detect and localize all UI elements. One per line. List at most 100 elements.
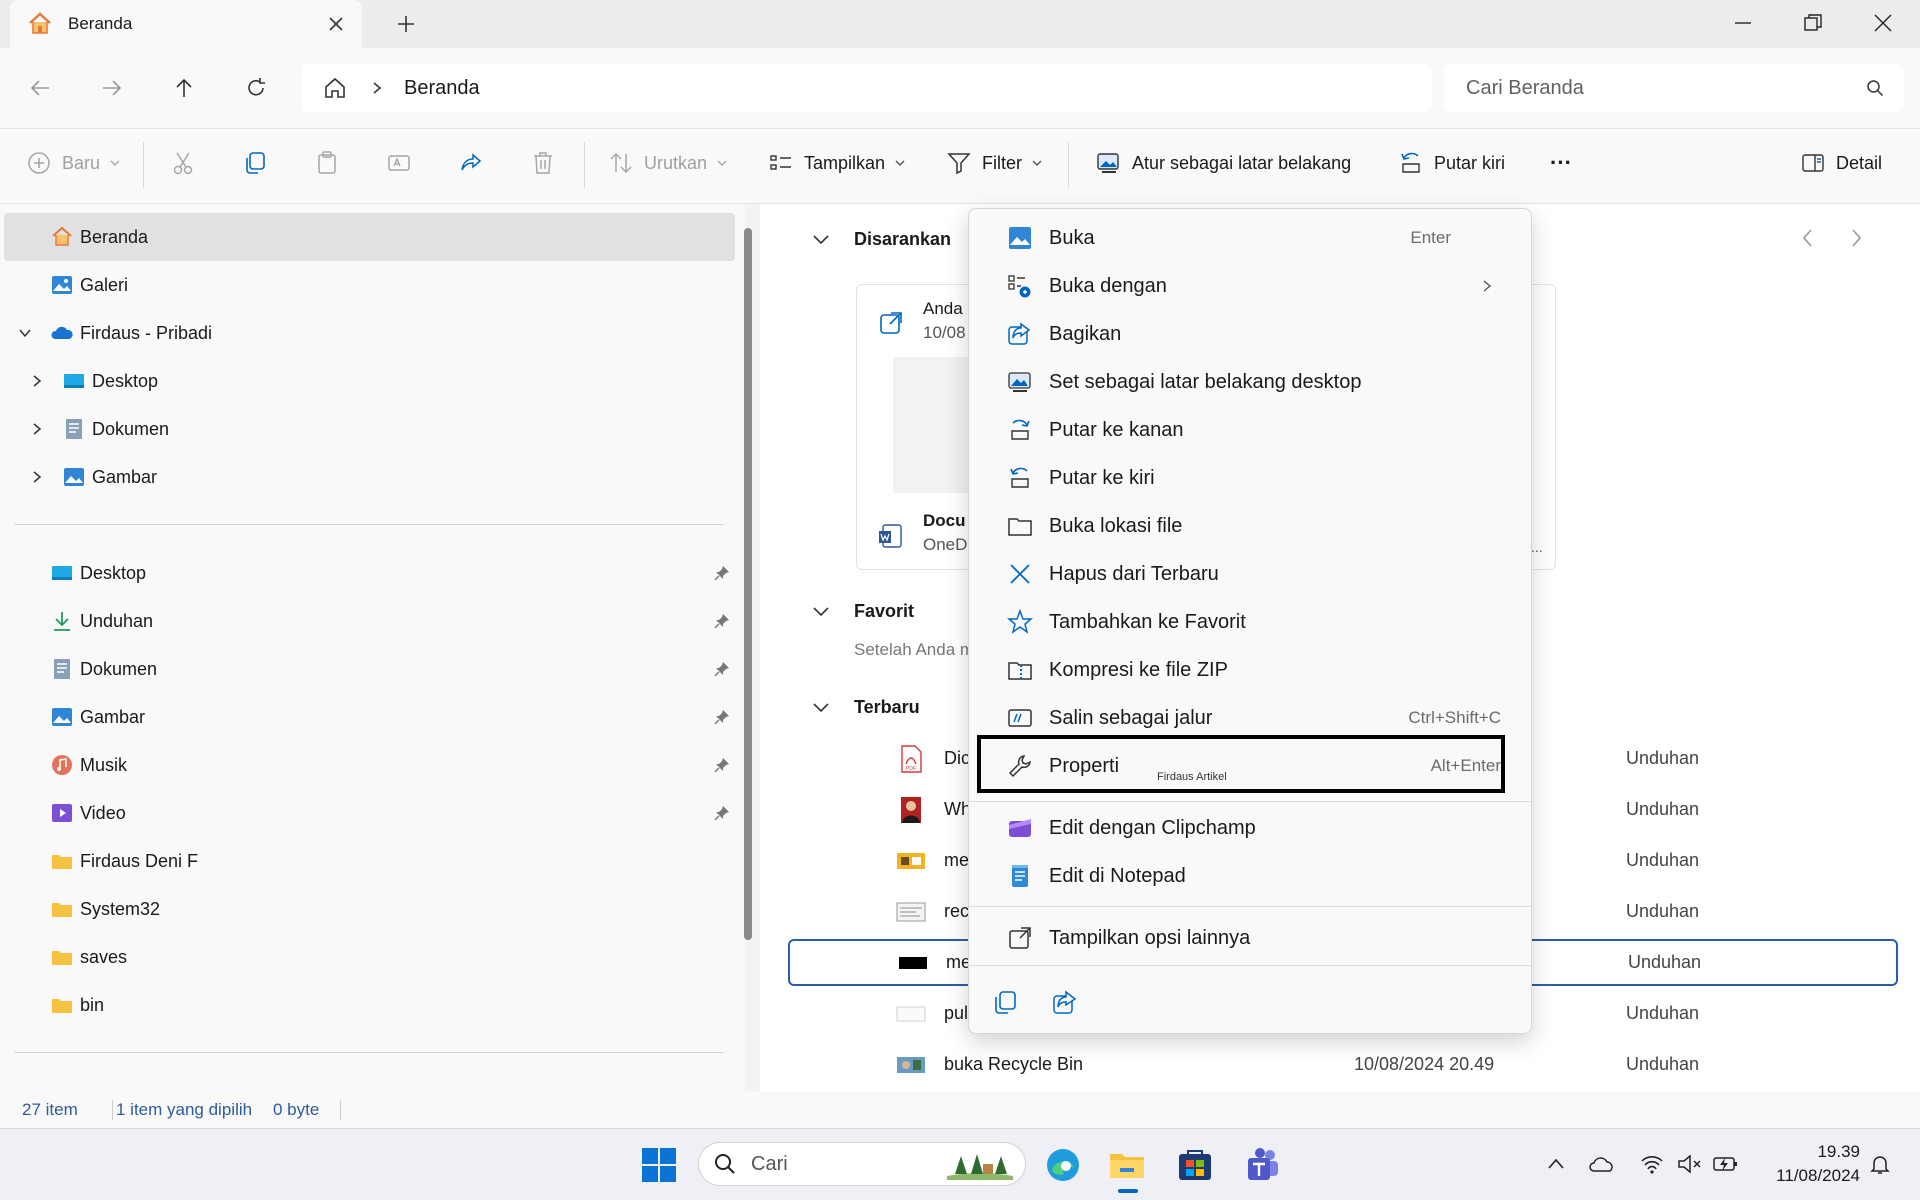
sidebar-item-firdaus-deni[interactable]: Firdaus Deni F — [0, 837, 735, 885]
chevron-down-icon — [717, 160, 727, 166]
selected-size: 0 byte — [273, 1100, 320, 1119]
breadcrumb[interactable]: Beranda — [404, 77, 480, 100]
sidebar-item-pinned-dokumen[interactable]: Dokumen — [0, 645, 735, 693]
pin-icon[interactable] — [714, 613, 730, 629]
paste-button[interactable] — [314, 150, 340, 176]
wifi-icon[interactable] — [1640, 1152, 1664, 1176]
restore-icon[interactable] — [1802, 12, 1824, 34]
menu-item-label: Set sebagai latar belakang desktop — [1049, 370, 1362, 393]
close-window-icon[interactable] — [1872, 12, 1894, 34]
menu-item-open-with[interactable]: Buka dengan — [985, 262, 1517, 310]
sort-button[interactable]: Urutkan — [608, 150, 727, 176]
chevron-right-icon[interactable] — [370, 81, 384, 95]
refresh-icon[interactable] — [244, 76, 268, 100]
sidebar-scrollbar[interactable] — [744, 228, 752, 940]
volume-muted-icon[interactable] — [1676, 1152, 1702, 1176]
notification-bell-icon[interactable] — [1868, 1152, 1892, 1176]
filter-button[interactable]: Filter — [946, 150, 1042, 176]
tab-beranda[interactable]: Beranda — [10, 0, 362, 48]
sidebar-item-galeri[interactable]: Galeri — [0, 261, 735, 309]
back-arrow-icon[interactable] — [28, 76, 52, 100]
rename-button[interactable] — [386, 150, 412, 176]
close-tab-icon[interactable] — [328, 16, 344, 32]
sidebar-item-dokumen[interactable]: Dokumen — [0, 405, 735, 453]
chevron-down-icon[interactable] — [18, 326, 32, 340]
pin-icon[interactable] — [714, 709, 730, 725]
home-outline-icon[interactable] — [322, 75, 348, 101]
chevron-right-icon[interactable] — [1848, 228, 1864, 248]
file-explorer-icon[interactable] — [1108, 1146, 1146, 1184]
battery-charging-icon[interactable] — [1712, 1152, 1740, 1176]
section-favorites[interactable]: Favorit — [812, 601, 914, 622]
menu-item-open[interactable]: Buka Enter — [985, 214, 1517, 262]
details-button[interactable]: Detail — [1800, 150, 1882, 176]
plus-circle-icon — [28, 152, 50, 174]
chevron-left-icon[interactable] — [1800, 228, 1816, 248]
menu-item-compress-zip[interactable]: Kompresi ke file ZIP — [985, 646, 1517, 694]
sidebar-item-desktop[interactable]: Desktop — [0, 357, 735, 405]
sidebar-item-saves[interactable]: saves — [0, 933, 735, 981]
pictures-icon — [62, 465, 86, 489]
menu-item-clipchamp[interactable]: Edit dengan Clipchamp — [985, 804, 1517, 852]
chevron-right-icon[interactable] — [30, 422, 44, 436]
taskbar-search[interactable]: Cari — [698, 1142, 1026, 1186]
menu-shortcut: Ctrl+Shift+C — [1408, 708, 1501, 727]
pin-icon[interactable] — [714, 757, 730, 773]
delete-button[interactable] — [530, 150, 556, 176]
copy-button[interactable] — [242, 150, 268, 176]
search-box[interactable]: Cari Beranda — [1444, 64, 1904, 112]
search-input[interactable]: Cari Beranda — [1466, 77, 1584, 100]
sidebar-item-video[interactable]: Video — [0, 789, 735, 837]
start-windows-icon[interactable] — [640, 1146, 678, 1184]
up-arrow-icon[interactable] — [172, 76, 196, 100]
address-bar[interactable]: Beranda — [302, 64, 1432, 112]
set-background-button[interactable]: Atur sebagai latar belakang — [1096, 150, 1351, 176]
share-button[interactable] — [458, 150, 484, 176]
edge-icon[interactable] — [1044, 1146, 1082, 1184]
menu-item-rotate-right[interactable]: Putar ke kanan — [985, 406, 1517, 454]
forward-arrow-icon[interactable] — [100, 76, 124, 100]
file-location: Unduhan — [1626, 799, 1700, 819]
teams-icon[interactable] — [1242, 1146, 1280, 1184]
cut-button[interactable] — [170, 150, 196, 176]
pin-icon[interactable] — [714, 805, 730, 821]
sidebar-item-gambar[interactable]: Gambar — [0, 453, 735, 501]
share-icon[interactable] — [1051, 989, 1079, 1017]
chevron-down-icon — [813, 606, 829, 616]
pin-icon[interactable] — [714, 565, 730, 581]
clock[interactable]: 19.39 11/08/2024 — [1760, 1140, 1860, 1188]
sidebar-item-pinned-desktop[interactable]: Desktop — [0, 549, 735, 597]
menu-item-open-location[interactable]: Buka lokasi file — [985, 502, 1517, 550]
menu-item-rotate-left[interactable]: Putar ke kiri — [985, 454, 1517, 502]
rotate-left-button[interactable]: Putar kiri — [1398, 150, 1505, 176]
table-row[interactable]: buka Recycle Bin 10/08/2024 20.49 Unduha… — [788, 1039, 1898, 1090]
menu-item-remove-recent[interactable]: Hapus dari Terbaru — [985, 550, 1517, 598]
menu-item-set-wallpaper[interactable]: Set sebagai latar belakang desktop — [985, 358, 1517, 406]
sidebar-item-bin[interactable]: bin — [0, 981, 735, 1029]
store-icon[interactable] — [1176, 1146, 1214, 1184]
screenshot-file-icon — [896, 897, 926, 927]
sidebar-item-pinned-gambar[interactable]: Gambar — [0, 693, 735, 741]
sidebar-item-onedrive[interactable]: Firdaus - Pribadi — [0, 309, 735, 357]
section-recent[interactable]: Terbaru — [812, 697, 920, 718]
sidebar-item-unduhan[interactable]: Unduhan — [0, 597, 735, 645]
view-button[interactable]: Tampilkan — [768, 150, 905, 176]
menu-item-notepad[interactable]: Edit di Notepad — [985, 852, 1517, 900]
sidebar-item-musik[interactable]: Musik — [0, 741, 735, 789]
menu-item-share[interactable]: Bagikan — [985, 310, 1517, 358]
new-tab-button[interactable] — [396, 14, 416, 34]
menu-item-add-favorite[interactable]: Tambahkan ke Favorit — [985, 598, 1517, 646]
more-options-button[interactable]: ··· — [1550, 150, 1572, 176]
sidebar-item-system32[interactable]: System32 — [0, 885, 735, 933]
section-suggested[interactable]: Disarankan — [812, 229, 951, 250]
new-button[interactable]: Baru — [26, 150, 120, 176]
chevron-right-icon[interactable] — [30, 374, 44, 388]
copy-icon[interactable] — [991, 989, 1019, 1017]
chevron-right-icon[interactable] — [30, 470, 44, 484]
onedrive-cloud-icon[interactable] — [1588, 1152, 1616, 1176]
menu-item-more-options[interactable]: Tampilkan opsi lainnya — [985, 914, 1517, 962]
sidebar-item-beranda[interactable]: Beranda — [4, 213, 735, 261]
chevron-up-icon[interactable] — [1546, 1154, 1566, 1174]
minimize-icon[interactable] — [1732, 12, 1754, 34]
pin-icon[interactable] — [714, 661, 730, 677]
